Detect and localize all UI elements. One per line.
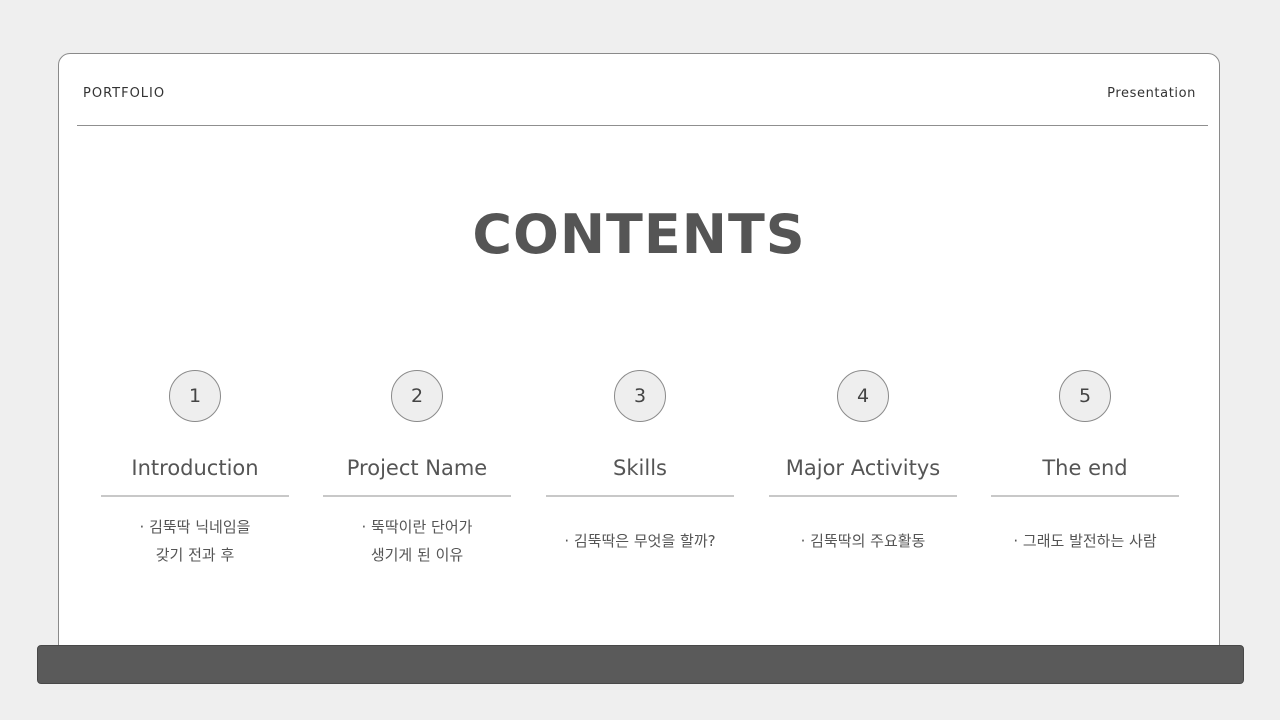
section-number-badge: 5 [1059,370,1111,422]
section-description-text: · 뚝딱이란 단어가 생기게 된 이유 [361,518,473,564]
presentation-label: Presentation [1107,86,1196,101]
section-title: Skills [613,456,667,480]
header-divider [77,125,1208,126]
section-description: · 뚝딱이란 단어가 생기게 된 이유 [323,511,511,571]
section-divider [546,495,734,497]
section-divider [991,495,1179,497]
brand-label: PORTFOLIO [83,86,166,101]
section-project-name[interactable]: 2 Project Name · 뚝딱이란 단어가 생기게 된 이유 [323,370,511,571]
section-divider [323,495,511,497]
section-title: The end [1042,456,1128,480]
page-title: CONTENTS [472,203,806,266]
section-number-badge: 3 [614,370,666,422]
section-description-text: · 김뚝딱 닉네임을 갖기 전과 후 [139,518,251,564]
section-description-text: · 김뚝딱의 주요활동 [800,532,926,550]
section-description: · 김뚝딱은 무엇을 할까? [546,511,734,571]
section-the-end[interactable]: 5 The end · 그래도 발전하는 사람 [991,370,1179,571]
section-title: Introduction [131,456,259,480]
section-description-text: · 김뚝딱은 무엇을 할까? [564,532,716,550]
section-number-badge: 1 [169,370,221,422]
section-major-activitys[interactable]: 4 Major Activitys · 김뚝딱의 주요활동 [769,370,957,571]
section-description: · 김뚝딱의 주요활동 [769,511,957,571]
slide-card: PORTFOLIO Presentation CONTENTS 1 Introd… [58,53,1220,673]
section-number-badge: 4 [837,370,889,422]
section-divider [101,495,289,497]
section-title: Project Name [346,456,488,480]
section-introduction[interactable]: 1 Introduction · 김뚝딱 닉네임을 갖기 전과 후 [101,370,289,571]
section-title: Major Activitys [785,456,941,480]
section-description: · 그래도 발전하는 사람 [991,511,1179,571]
section-divider [769,495,957,497]
bottom-bar [37,645,1244,684]
section-description: · 김뚝딱 닉네임을 갖기 전과 후 [101,511,289,571]
section-number-badge: 2 [391,370,443,422]
section-skills[interactable]: 3 Skills · 김뚝딱은 무엇을 할까? [546,370,734,571]
section-description-text: · 그래도 발전하는 사람 [1013,532,1157,550]
